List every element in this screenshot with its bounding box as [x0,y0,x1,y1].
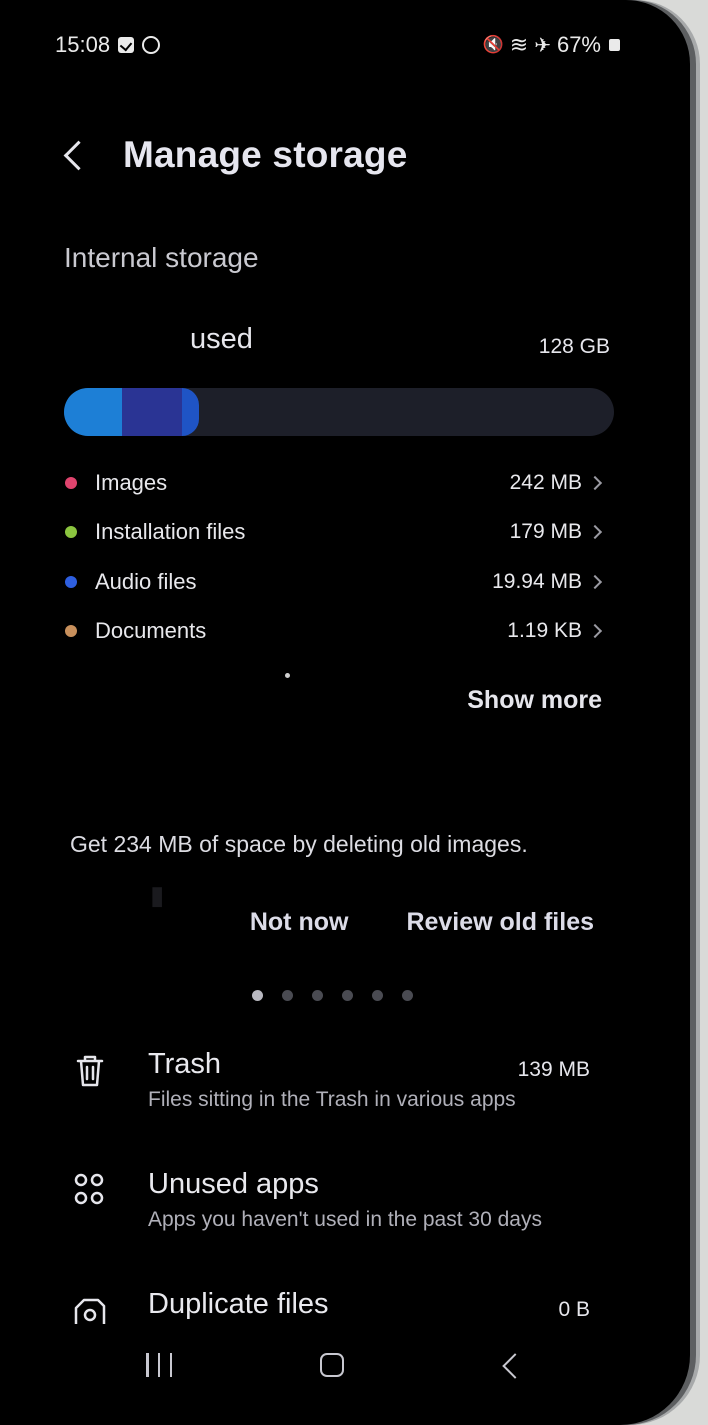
category-row-audio-files[interactable]: Audio files 19.94 MB [62,557,603,607]
navigation-bar [0,1343,690,1389]
trash-title: Trash [148,1048,222,1080]
category-name: Documents [95,618,207,644]
show-more-button[interactable]: Show more [467,686,602,715]
unused-apps-title: Unused apps [148,1168,319,1200]
category-color-dot [65,526,77,539]
ghost-overlay: ▮ [150,880,165,910]
chevron-right-icon [587,574,603,589]
unused-apps-description: Apps you haven't used in the past 30 day… [148,1208,542,1231]
status-bar: 15:08 🔇 ≋ ✈ 67% [55,32,620,66]
recents-icon[interactable] [146,1353,172,1377]
category-color-dot [65,575,77,588]
category-name: Installation files [95,519,246,545]
category-color-dot [65,476,77,489]
status-left: 15:08 [55,32,161,58]
home-icon[interactable] [320,1353,344,1377]
page-title: Manage storage [123,134,408,175]
back-icon[interactable] [502,1353,528,1379]
phone-screen: 15:08 🔇 ≋ ✈ 67% Manage storage Internal … [0,0,690,1425]
duplicate-files-icon [74,1298,106,1324]
not-now-button[interactable]: Not now [250,908,349,937]
unused-apps-row[interactable]: Unused apps Apps you haven't used in the… [70,1168,590,1248]
battery-icon [609,39,620,51]
category-size: 242 MB [509,470,582,494]
category-color-dot [65,625,77,638]
pager-dot[interactable] [252,990,263,1001]
category-row-documents[interactable]: Documents 1.19 KB [62,607,603,657]
internal-storage-title: Internal storage [64,242,259,273]
category-size: 19.94 MB [492,569,582,593]
pager-dot[interactable] [312,990,323,1001]
category-row-installation-files[interactable]: Installation files 179 MB [62,508,603,558]
category-row-images[interactable]: Images 242 MB [62,458,603,508]
used-label: used [190,323,253,355]
trash-size: 139 MB [517,1058,590,1081]
app-header: Manage storage [60,128,630,182]
pager-dot[interactable] [402,990,413,1001]
pager-dot[interactable] [372,990,383,1001]
chevron-right-icon [587,475,603,490]
pager-dot[interactable] [282,990,293,1001]
chevron-right-icon [587,525,603,540]
airplane-icon: ✈ [534,34,551,57]
tip-message: Get 234 MB of space by deleting old imag… [70,831,528,857]
chevron-right-icon [587,624,603,639]
storage-segment-audio-files [182,388,199,436]
pager-dot[interactable] [342,990,353,1001]
storage-usage-bar [64,388,614,436]
checkbox-notification-icon [118,37,135,53]
mute-icon: 🔇 [482,35,504,54]
category-size: 1.19 KB [507,619,582,643]
duplicate-files-title: Duplicate files [148,1288,329,1320]
trash-icon [76,1055,104,1087]
storage-segment-installation-files [121,388,183,436]
sync-notification-icon [142,36,161,54]
battery-level: 67% [556,32,601,57]
trash-row[interactable]: Trash Files sitting in the Trash in vari… [70,1048,590,1128]
total-capacity: 128 GB [538,335,610,358]
trash-description: Files sitting in the Trash in various ap… [148,1088,516,1111]
status-time: 15:08 [55,32,111,57]
category-name: Images [95,469,168,495]
duplicate-files-size: 0 B [558,1298,590,1321]
storage-segment-images [64,388,122,436]
tip-pager [252,990,413,1001]
status-right: 🔇 ≋ ✈ 67% [483,32,620,58]
tip-actions: Not now Review old files [250,908,594,937]
category-size: 179 MB [509,520,582,544]
category-list: Images 242 MB Installation files 179 MB Audi… [62,458,603,657]
review-old-files-button[interactable]: Review old files [406,908,594,937]
apps-grid-icon [74,1173,104,1205]
wifi-icon: ≋ [509,32,529,57]
back-button[interactable] [63,140,94,170]
loading-dot [285,673,290,678]
category-name: Audio files [95,568,197,594]
